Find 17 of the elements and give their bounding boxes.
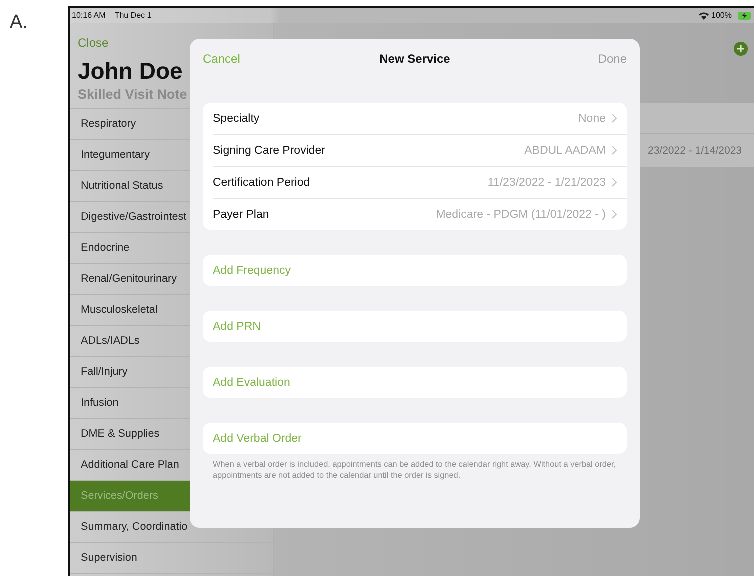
- dialog-title: New Service: [380, 52, 450, 66]
- figure-label: A.: [10, 12, 28, 33]
- sidebar-item[interactable]: Supervision: [70, 543, 273, 574]
- chevron-icon: [612, 146, 617, 155]
- wifi-icon: [698, 12, 709, 20]
- field-label: Payer Plan: [213, 208, 270, 220]
- note-type: Skilled Visit Note: [78, 87, 188, 102]
- chevron-icon: [612, 178, 617, 187]
- field-label: Specialty: [213, 112, 260, 124]
- status-time: 10:16 AM: [72, 11, 106, 20]
- chevron-icon: [612, 114, 617, 123]
- battery-percent: 100%: [712, 11, 732, 20]
- patient-name: John Doe: [78, 58, 183, 85]
- add-icon[interactable]: [734, 42, 748, 56]
- date-range: 23/2022 - 1/14/2023: [648, 144, 742, 156]
- status-date: Thu Dec 1: [114, 11, 152, 20]
- chevron-icon: [612, 210, 617, 219]
